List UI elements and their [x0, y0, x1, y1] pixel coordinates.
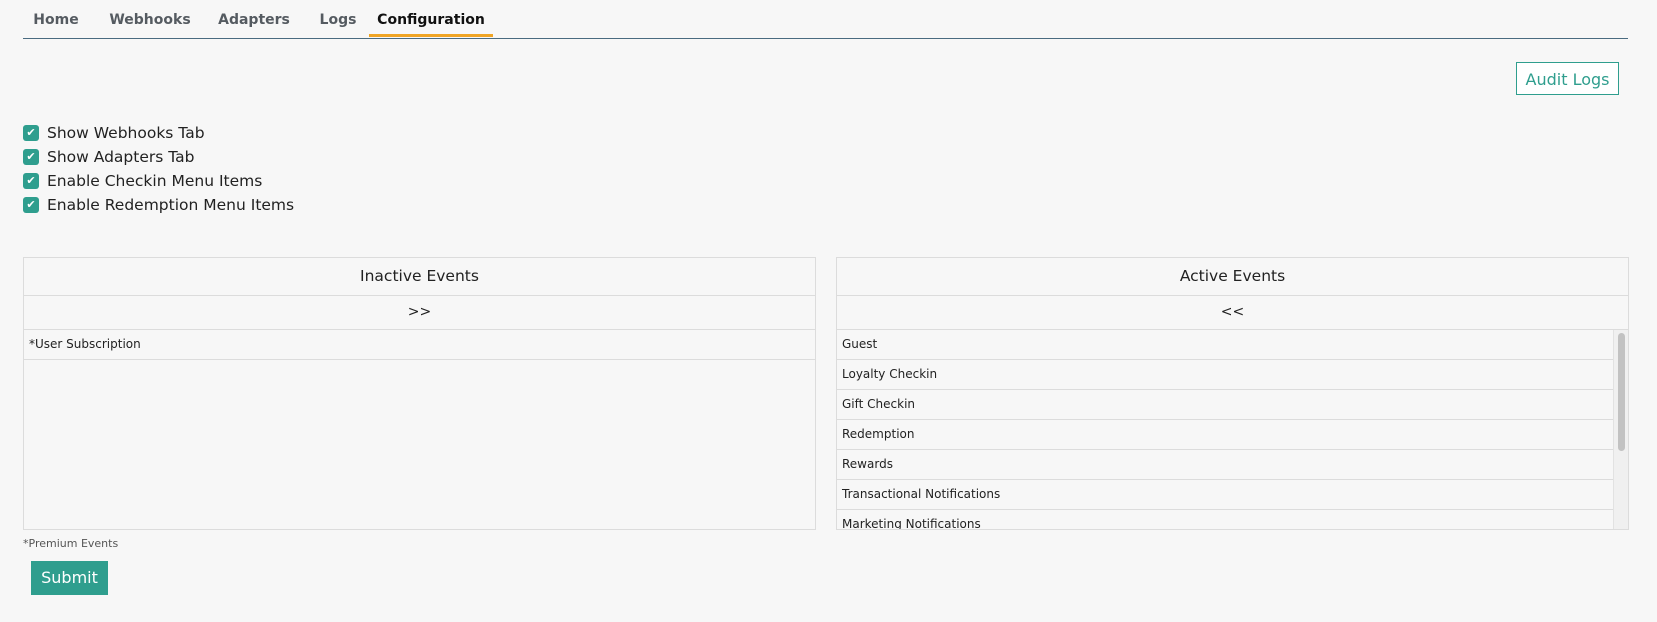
list-item[interactable]: Transactional Notifications [837, 480, 1613, 510]
inactive-events-list: *User Subscription [24, 330, 815, 529]
active-events-list: Guest Loyalty Checkin Gift Checkin Redem… [837, 330, 1628, 529]
inactive-events-title: Inactive Events [24, 258, 815, 296]
list-item[interactable]: Redemption [837, 420, 1613, 450]
checkbox-row-show-webhooks[interactable]: ✔ Show Webhooks Tab [23, 121, 294, 145]
tab-bar: Home Webhooks Adapters Logs Configuratio… [23, 0, 1628, 39]
active-events-title: Active Events [837, 258, 1628, 296]
submit-button[interactable]: Submit [31, 561, 108, 595]
checkbox-label: Show Webhooks Tab [47, 124, 205, 142]
move-to-inactive-button[interactable]: << [837, 296, 1628, 330]
checkbox-checked-icon[interactable]: ✔ [23, 149, 39, 165]
checkbox-checked-icon[interactable]: ✔ [23, 197, 39, 213]
list-item[interactable]: *User Subscription [24, 330, 815, 360]
tab-adapters[interactable]: Adapters [211, 0, 297, 37]
checkbox-label: Show Adapters Tab [47, 148, 195, 166]
audit-logs-button[interactable]: Audit Logs [1516, 62, 1619, 95]
checkbox-checked-icon[interactable]: ✔ [23, 125, 39, 141]
active-events-scrollbar[interactable] [1613, 330, 1628, 529]
list-item[interactable]: Guest [837, 330, 1613, 360]
list-item[interactable]: Loyalty Checkin [837, 360, 1613, 390]
tab-logs[interactable]: Logs [310, 0, 366, 37]
checkbox-row-enable-redemption[interactable]: ✔ Enable Redemption Menu Items [23, 193, 294, 217]
checkbox-label: Enable Redemption Menu Items [47, 196, 295, 214]
list-item[interactable]: Gift Checkin [837, 390, 1613, 420]
list-item[interactable]: Rewards [837, 450, 1613, 480]
scrollbar-thumb[interactable] [1618, 333, 1625, 451]
checkbox-row-show-adapters[interactable]: ✔ Show Adapters Tab [23, 145, 294, 169]
checkbox-row-enable-checkin[interactable]: ✔ Enable Checkin Menu Items [23, 169, 294, 193]
checkbox-checked-icon[interactable]: ✔ [23, 173, 39, 189]
move-to-active-button[interactable]: >> [24, 296, 815, 330]
settings-checkboxes: ✔ Show Webhooks Tab ✔ Show Adapters Tab … [23, 121, 294, 217]
premium-events-note: *Premium Events [23, 537, 119, 550]
tab-webhooks[interactable]: Webhooks [103, 0, 197, 37]
tab-configuration[interactable]: Configuration [369, 0, 493, 37]
tab-home[interactable]: Home [23, 0, 89, 37]
checkbox-label: Enable Checkin Menu Items [47, 172, 263, 190]
list-item[interactable]: Marketing Notifications [837, 510, 1613, 529]
inactive-events-panel: Inactive Events >> *User Subscription [23, 257, 816, 530]
active-events-panel: Active Events << Guest Loyalty Checkin G… [836, 257, 1629, 530]
